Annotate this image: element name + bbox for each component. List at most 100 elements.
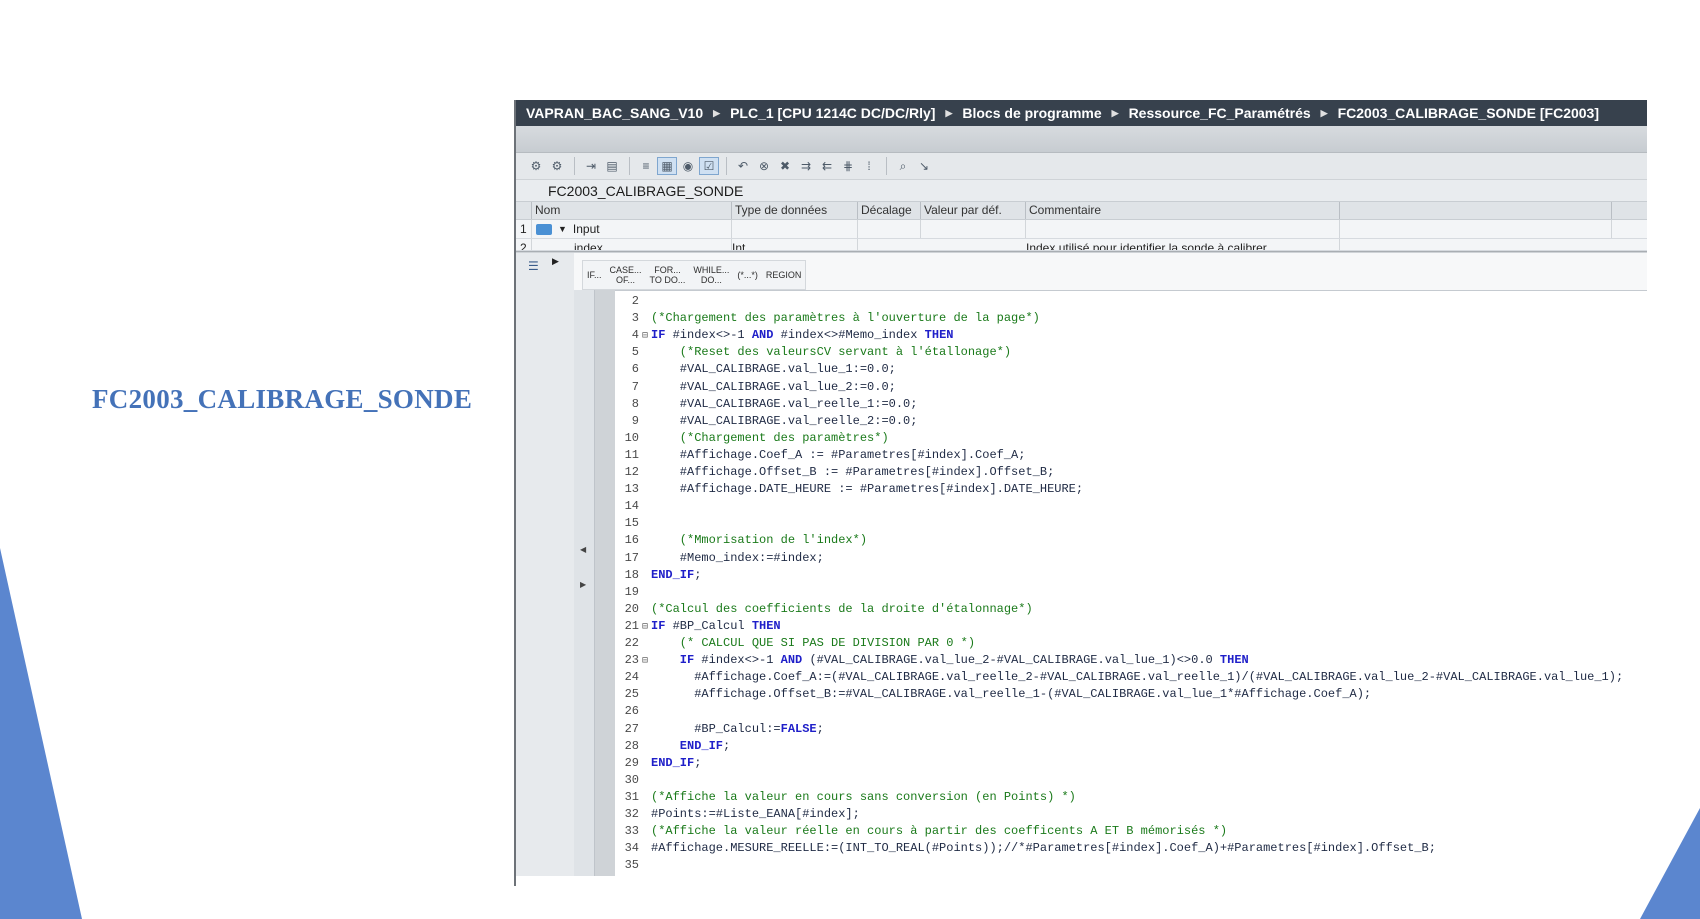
outline-icon[interactable]: ▦ [657, 157, 677, 175]
code-line[interactable]: 19 [615, 584, 651, 601]
code-line[interactable]: 16 (*Mmorisation de l'index*) [615, 532, 867, 549]
code-text: #index<>-1 [694, 653, 781, 668]
code-line[interactable]: 8 #VAL_CALIBRAGE.val_reelle_1:=0.0; [615, 396, 918, 413]
interface-row[interactable]: 2 index Int Index utilisé pour identifie… [516, 239, 1647, 251]
line-number: 6 [631, 362, 639, 377]
code-line[interactable]: 18 END_IF; [615, 567, 702, 584]
code-line[interactable]: 9 #VAL_CALIBRAGE.val_reelle_2:=0.0; [615, 413, 918, 430]
code-line[interactable]: 6 #VAL_CALIBRAGE.val_lue_1:=0.0; [615, 361, 896, 378]
breadcrumb-item[interactable]: VAPRAN_BAC_SANG_V10 [526, 105, 703, 121]
code-line[interactable]: 15 [615, 515, 651, 532]
row-comment[interactable]: Index utilisé pour identifier la sonde à… [1026, 239, 1340, 250]
fold-toggle-icon[interactable]: ⊟ [639, 328, 651, 345]
snippets-list-icon[interactable]: ☰ [528, 259, 539, 273]
code-line[interactable]: 30 [615, 772, 651, 789]
row-name[interactable]: ▼ Input [532, 220, 732, 238]
outdent-icon[interactable]: ⇇ [817, 157, 837, 175]
line-number: 28 [624, 738, 639, 753]
expand-handle-icon[interactable]: ▶ [580, 580, 586, 589]
code-area[interactable]: 2 3 (*Chargement des paramètres à l'ouvert… [615, 290, 1647, 876]
code-line[interactable]: 23 ⊟ IF #index<>-1 AND (#VAL_CALIBRAGE.va… [615, 652, 1249, 669]
comment-icon[interactable]: ⋕ [838, 157, 858, 175]
close-bookmark-icon[interactable]: ⊗ [754, 157, 774, 175]
code-keyword: END_IF [651, 567, 695, 582]
toolbar-separator [629, 157, 630, 175]
tia-editor-window: VAPRAN_BAC_SANG_V10 ▶ PLC_1 [CPU 1214C DC/… [514, 100, 1647, 886]
breadcrumb-item[interactable]: PLC_1 [CPU 1214C DC/DC/Rly] [730, 105, 935, 121]
snippet-button[interactable]: REGION [762, 270, 806, 280]
col-name[interactable]: Nom [532, 202, 732, 219]
line-number: 20 [624, 601, 639, 616]
code-text: #Affichage.Coef_A := #Parametres[#index]… [651, 447, 1026, 462]
zoom-icon[interactable]: ⌕ [893, 157, 913, 175]
download-icon[interactable]: ⇥ [581, 157, 601, 175]
code-line[interactable]: 22 (* CALCUL QUE SI PAS DE DIVISION PAR … [615, 635, 975, 652]
code-line[interactable]: 4 ⊟ IF #index<>-1 AND #index<>#Memo_index … [615, 327, 954, 345]
code-line[interactable]: 26 [615, 703, 651, 720]
code-line[interactable]: 13 #Affichage.DATE_HEURE := #Parametres[… [615, 481, 1083, 498]
snippet-button[interactable]: IF... [583, 270, 606, 280]
code-line[interactable]: 33 (*Affiche la valeur réelle en cours à … [615, 823, 1228, 840]
snippet-button[interactable]: CASE... OF... [606, 265, 646, 285]
row-type[interactable]: Int [732, 239, 858, 250]
fold-toggle-icon[interactable]: ⊟ [639, 619, 651, 636]
code-line[interactable]: 25 #Affichage.Offset_B:=#VAL_CALIBRAGE.v… [615, 686, 1372, 703]
code-line[interactable]: 31 (*Affiche la valeur en cours sans conv… [615, 789, 1076, 806]
snippet-button[interactable]: WHILE... DO... [689, 265, 733, 285]
code-line[interactable]: 17 #Memo_index:=#index; [615, 550, 824, 567]
col-default[interactable]: Valeur par déf. [921, 202, 1026, 219]
breadcrumb-item[interactable]: Blocs de programme [962, 105, 1101, 121]
compile-icon[interactable]: ⚙ [526, 157, 546, 175]
row-name[interactable]: index [532, 239, 732, 250]
line-number: 26 [624, 704, 639, 719]
code-line[interactable]: 2 [615, 293, 651, 310]
col-offset[interactable]: Décalage [858, 202, 921, 219]
line-number: 12 [624, 465, 639, 479]
code-line[interactable]: 10 (*Chargement des paramètres*) [615, 430, 889, 447]
watch-icon[interactable]: ◉ [678, 157, 698, 175]
snippet-button[interactable]: (*...*) [733, 270, 762, 280]
uncomment-icon[interactable]: ⁞ [859, 157, 879, 175]
code-keyword: IF [651, 618, 666, 633]
arrow-icon[interactable]: ↘ [914, 157, 934, 175]
code-line[interactable]: 7 #VAL_CALIBRAGE.val_lue_2:=0.0; [615, 379, 896, 396]
indent-icon[interactable]: ⇉ [796, 157, 816, 175]
breadcrumb-item[interactable]: FC2003_CALIBRAGE_SONDE [FC2003] [1338, 105, 1599, 121]
fold-toggle-icon[interactable]: ⊟ [639, 653, 651, 670]
code-line[interactable]: 24 #Affichage.Coef_A:=(#VAL_CALIBRAGE.va… [615, 669, 1624, 686]
collapse-handle-icon[interactable]: ◀ [580, 545, 586, 554]
col-type[interactable]: Type de données [732, 202, 858, 219]
bookmark-icon[interactable]: ↶ [733, 157, 753, 175]
interface-row[interactable]: 1 ▼ Input [516, 220, 1647, 239]
snippet-button[interactable]: FOR... TO DO... [646, 265, 690, 285]
code-line[interactable]: 29 END_IF; [615, 755, 702, 772]
line-number: 14 [624, 499, 639, 514]
row-type[interactable] [732, 220, 858, 238]
monitor-icon[interactable]: ▤ [602, 157, 622, 175]
code-line[interactable]: 14 [615, 498, 651, 515]
code-line[interactable]: 27 #BP_Calcul:=FALSE; [615, 721, 824, 738]
expand-triangle-icon[interactable]: ▼ [558, 220, 567, 238]
expand-arrow-icon[interactable]: ▶ [552, 256, 559, 267]
code-text: #index<>-1 [665, 328, 752, 343]
code-line[interactable]: 3 (*Chargement des paramètres à l'ouvertu… [615, 310, 1040, 327]
code-line[interactable]: 35 [615, 857, 651, 874]
code-line[interactable]: 11 #Affichage.Coef_A := #Parametres[#ind… [615, 447, 1026, 464]
code-line[interactable]: 34 #Affichage.MESURE_REELLE:=(INT_TO_REAL… [615, 840, 1436, 857]
code-line[interactable]: 12 #Affichage.Offset_B := #Parametres[#i… [615, 464, 1055, 481]
code-line[interactable]: 28 END_IF; [615, 738, 731, 755]
code-line[interactable]: 21 ⊟ IF #BP_Calcul THEN [615, 618, 781, 635]
snapshot-icon[interactable]: ☑ [699, 157, 719, 175]
breadcrumb-item[interactable]: Ressource_FC_Paramétrés [1129, 105, 1311, 121]
scl-editor: ☰ ▶ IF... CASE... OF... FOR... TO DO... WHI… [516, 253, 1647, 876]
code-line[interactable]: 32 #Points:=#Liste_EANA[#index]; [615, 806, 860, 823]
code-line[interactable]: 5 (*Reset des valeursCV servant à l'étal… [615, 344, 1011, 361]
list-icon[interactable]: ≡ [636, 157, 656, 175]
delete-icon[interactable]: ✖ [775, 157, 795, 175]
code-keyword: IF [651, 328, 666, 343]
code-comment: (*Affiche la valeur en cours sans conver… [651, 789, 1076, 804]
col-comment[interactable]: Commentaire [1026, 202, 1340, 219]
code-line[interactable]: 20 (*Calcul des coefficients de la droite… [615, 601, 1033, 618]
row-comment[interactable] [1026, 220, 1340, 238]
compile-all-icon[interactable]: ⚙ [547, 157, 567, 175]
